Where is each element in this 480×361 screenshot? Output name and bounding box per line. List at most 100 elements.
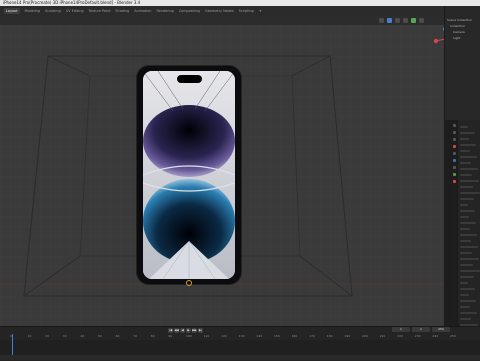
property-field[interactable] — [460, 252, 472, 254]
property-field[interactable] — [460, 174, 472, 176]
current-frame-field[interactable]: 1 — [392, 327, 410, 332]
tool-tab-icon[interactable] — [453, 124, 456, 127]
property-field[interactable] — [460, 156, 477, 158]
view-menu-button[interactable] — [379, 18, 384, 23]
world-tab-icon[interactable] — [453, 152, 456, 155]
ruler-tick-label: 200 — [362, 334, 368, 338]
property-field[interactable] — [460, 150, 470, 152]
workspace-tab[interactable]: Scripting — [239, 9, 254, 13]
outliner-row-camera[interactable]: Camera — [453, 30, 465, 34]
property-field[interactable] — [460, 258, 479, 260]
data-tab-icon[interactable] — [453, 173, 456, 176]
property-field[interactable] — [460, 306, 470, 308]
property-field[interactable] — [460, 246, 478, 248]
property-field[interactable] — [460, 162, 471, 164]
workspace-tab[interactable]: Shading — [115, 9, 129, 13]
ruler-tick-label: 230 — [414, 334, 421, 338]
ruler-tick-label: 20 — [45, 334, 50, 338]
window-title: iPhone14 Pro(Procreate) 3D iPhone14ProDe… — [3, 0, 141, 5]
workspace-tab[interactable]: Animation — [134, 9, 151, 13]
property-field[interactable] — [460, 186, 473, 188]
ruler-tick-label: 90 — [168, 334, 173, 338]
object-tab-icon[interactable] — [453, 159, 456, 162]
property-field[interactable] — [460, 210, 475, 212]
workspace-tab[interactable]: Geometry Nodes — [205, 9, 234, 13]
workspace-tab[interactable]: Rendering — [156, 9, 173, 13]
workspace-tab[interactable]: Layout — [4, 8, 20, 14]
ruler-tick-label: 120 — [221, 334, 227, 338]
workspace-tab[interactable]: Modeling — [25, 9, 40, 13]
workspace-tab[interactable]: Sculpting — [45, 9, 61, 13]
shading-render-button[interactable] — [419, 18, 424, 23]
shading-material-button[interactable] — [411, 18, 416, 23]
playback-button[interactable]: ◀◀ — [174, 327, 179, 333]
dynamic-island — [177, 75, 202, 83]
property-field[interactable] — [460, 168, 478, 170]
material-tab-icon[interactable] — [453, 180, 456, 183]
workspace-tab[interactable]: Texture Paint — [89, 9, 111, 13]
gizmo-x-axis[interactable] — [433, 38, 439, 44]
status-bar — [0, 355, 480, 360]
shading-solid-button[interactable] — [403, 18, 408, 23]
ruler-tick-label: 70 — [133, 334, 138, 338]
workspace-tab[interactable]: Compositing — [179, 9, 200, 13]
ruler-tick-label: 100 — [186, 334, 192, 338]
property-field[interactable] — [460, 126, 468, 128]
output-tab-icon[interactable] — [453, 138, 456, 141]
property-field[interactable] — [460, 228, 470, 230]
property-field[interactable] — [460, 294, 469, 296]
property-field[interactable] — [460, 288, 475, 290]
workspace-tab[interactable]: UV Editing — [66, 9, 84, 13]
ruler-tick-label: 190 — [344, 334, 351, 338]
property-field[interactable] — [460, 270, 480, 272]
outliner-panel: Scene Collection Collection Camera Light — [444, 6, 480, 120]
ruler-tick-label: 80 — [150, 334, 155, 338]
ruler-tick-label: 240 — [432, 334, 439, 338]
viewport-header — [0, 16, 444, 25]
overlay-toggle-button[interactable] — [387, 18, 392, 23]
property-field[interactable] — [460, 144, 476, 146]
ruler-tick-label: 180 — [326, 334, 333, 338]
property-field[interactable] — [460, 318, 471, 320]
playback-button[interactable]: ▶▶ — [192, 327, 197, 333]
iphone-model[interactable] — [137, 66, 241, 284]
playback-button[interactable]: ▶| — [198, 327, 203, 333]
ruler-tick-label: 110 — [203, 334, 210, 338]
property-field[interactable] — [460, 204, 468, 206]
xray-toggle-button[interactable] — [395, 18, 400, 23]
property-field[interactable] — [460, 216, 469, 218]
ruler-tick-label: 170 — [309, 334, 315, 338]
outliner-row-collection[interactable]: Collection — [450, 24, 465, 28]
add-workspace-button[interactable]: + — [259, 9, 262, 13]
property-field[interactable] — [460, 180, 479, 182]
ruler-tick-label: 40 — [80, 334, 85, 338]
property-field[interactable] — [460, 312, 477, 314]
start-frame-field[interactable]: 1 — [412, 327, 430, 332]
property-field[interactable] — [460, 282, 468, 284]
modifier-tab-icon[interactable] — [453, 166, 456, 169]
outliner-row-scene-collection[interactable]: Scene Collection — [447, 18, 472, 22]
ruler-tick-label: 130 — [238, 334, 245, 338]
property-field[interactable] — [460, 234, 477, 236]
playback-button[interactable]: ◀ — [180, 327, 185, 333]
property-field[interactable] — [460, 264, 473, 266]
property-field[interactable] — [460, 276, 474, 278]
property-field[interactable] — [460, 222, 476, 224]
playback-button[interactable]: |◀ — [168, 327, 173, 333]
outliner-row-light[interactable]: Light — [453, 36, 461, 40]
ruler-tick-label: 50 — [98, 334, 102, 338]
ruler-tick-label: 160 — [291, 334, 298, 338]
property-field[interactable] — [460, 300, 476, 302]
timeline-ruler[interactable]: 0 10 20 30 40 50 60 70 80 90 100 110 120 130 140 150 160… — [0, 334, 480, 339]
property-field[interactable] — [460, 132, 475, 134]
property-field[interactable] — [460, 240, 471, 242]
scene-tab-icon[interactable] — [453, 145, 456, 148]
property-field[interactable] — [460, 192, 480, 194]
end-frame-field[interactable]: 250 — [432, 327, 450, 332]
property-field[interactable] — [460, 198, 474, 200]
properties-panel — [457, 120, 480, 326]
property-field[interactable] — [460, 138, 469, 140]
ruler-tick-label: 60 — [115, 334, 120, 338]
playback-button[interactable]: ▶ — [186, 327, 191, 333]
render-tab-icon[interactable] — [453, 131, 456, 134]
